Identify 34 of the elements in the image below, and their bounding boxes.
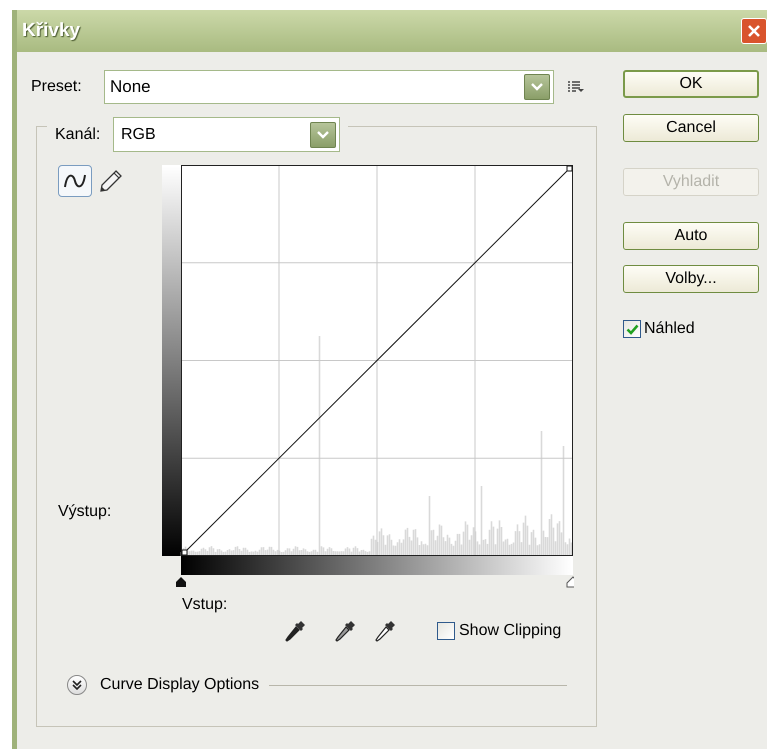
eyedropper-icon[interactable] bbox=[335, 619, 357, 643]
dialog-button[interactable]: OK bbox=[623, 70, 759, 98]
channel-dropdown[interactable]: RGB bbox=[113, 117, 340, 152]
eyedropper-icon[interactable] bbox=[375, 619, 397, 643]
dialog-button[interactable]: Cancel bbox=[623, 114, 759, 142]
curve-point[interactable] bbox=[182, 550, 188, 556]
preset-label: Preset: bbox=[31, 77, 83, 97]
eyedropper-icon[interactable] bbox=[285, 619, 307, 643]
dropdown-arrow-button[interactable] bbox=[524, 74, 550, 100]
close-icon bbox=[747, 24, 761, 38]
caret-icon bbox=[317, 130, 329, 138]
preset-dropdown[interactable]: None bbox=[104, 70, 554, 104]
checkbox[interactable] bbox=[437, 622, 455, 640]
output-label: Výstup: bbox=[58, 502, 112, 522]
list-menu-icon[interactable] bbox=[568, 81, 584, 93]
caret-icon bbox=[531, 83, 543, 91]
dialog-button[interactable]: Auto bbox=[623, 222, 759, 250]
channel-label: Kanál: bbox=[55, 124, 102, 144]
window-title: Křivky bbox=[22, 18, 80, 43]
close-button[interactable] bbox=[741, 18, 767, 44]
checkbox[interactable] bbox=[623, 320, 641, 338]
expand-button[interactable] bbox=[67, 675, 87, 695]
input-label: Vstup: bbox=[182, 596, 228, 613]
pencil-icon bbox=[99, 169, 123, 193]
curve-tool-button[interactable] bbox=[58, 165, 92, 197]
dialog-button[interactable]: Volby... bbox=[623, 265, 759, 293]
checkbox-label[interactable]: Náhled bbox=[644, 317, 695, 341]
checkbox-label[interactable]: Show Clipping bbox=[459, 619, 562, 643]
curve-point[interactable] bbox=[566, 166, 572, 172]
dropdown-arrow-button[interactable] bbox=[310, 122, 336, 148]
curve-display-options-label[interactable]: Curve Display Options bbox=[100, 673, 260, 697]
dropdown-value: None bbox=[110, 76, 151, 98]
dropdown-value: RGB bbox=[121, 124, 156, 144]
double-chevron-icon bbox=[72, 680, 82, 690]
